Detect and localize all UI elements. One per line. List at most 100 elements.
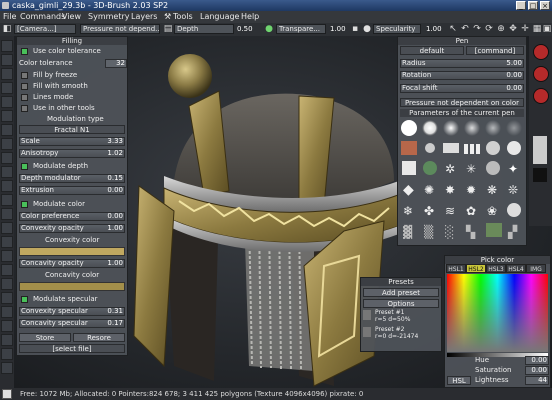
menu-help[interactable]: Help: [241, 11, 259, 23]
preset2-name[interactable]: Preset #2: [375, 326, 404, 333]
svg-text:❊: ❊: [508, 183, 518, 197]
pen-params-header[interactable]: Parameters of the current pen: [400, 109, 524, 117]
tool-spline-icon[interactable]: [1, 348, 13, 360]
convexity-color-swatch[interactable]: [19, 247, 125, 256]
pen-preset-dropdown[interactable]: default: [400, 46, 464, 55]
tool-freeze-icon[interactable]: [1, 124, 13, 136]
tool-lathe-icon[interactable]: [1, 222, 13, 234]
restore-button[interactable]: Resore: [73, 333, 125, 342]
tool-select-icon[interactable]: [1, 334, 13, 346]
lock-icon[interactable]: ▪: [350, 24, 360, 34]
brush-row-6: ▓ ▒ ░ ▚ ▞: [403, 223, 518, 239]
menu-view[interactable]: View: [62, 11, 81, 23]
rotate-icon[interactable]: ⟳: [484, 24, 494, 34]
lines-mode-checkbox[interactable]: [21, 94, 28, 101]
tab-hsl1[interactable]: HSL1: [446, 264, 466, 273]
modulate-specular-checkbox[interactable]: [21, 296, 28, 303]
use-in-other-tools-checkbox[interactable]: [21, 105, 28, 112]
redo-icon[interactable]: ↷: [472, 24, 482, 34]
tab-hsl3[interactable]: HSL3: [486, 264, 506, 273]
no-entry-icon[interactable]: [533, 88, 549, 104]
tool-pinch-icon[interactable]: [1, 138, 13, 150]
pen-panel: Pen default [command] Radius 5.00 Rotati…: [397, 36, 527, 246]
color-field[interactable]: [447, 274, 548, 352]
select-file-dropdown[interactable]: [select file]: [19, 344, 125, 353]
depth-slider[interactable]: Depth: [174, 24, 234, 34]
camera-icon[interactable]: ◧: [2, 24, 12, 34]
tool-clone-icon[interactable]: [1, 194, 13, 206]
camera-dropdown[interactable]: [Camera...]: [14, 24, 76, 34]
tool-pencil-icon[interactable]: [1, 54, 13, 66]
store-button[interactable]: Store: [19, 333, 71, 342]
tool-scrape-icon[interactable]: [1, 250, 13, 262]
tab-hsl4[interactable]: HSL4: [506, 264, 526, 273]
tool-magnify-icon[interactable]: [1, 306, 13, 318]
svg-text:✺: ✺: [424, 183, 434, 197]
concavity-color-label: Concavity color: [45, 271, 100, 279]
specularity-slider[interactable]: Specularity: [373, 24, 421, 34]
modulate-color-checkbox[interactable]: [21, 201, 28, 208]
tool-shift-icon[interactable]: [1, 152, 13, 164]
zoom-icon[interactable]: ⊕: [496, 24, 506, 34]
close-button[interactable]: ×: [540, 1, 550, 10]
hsl-button[interactable]: HSL: [447, 376, 471, 385]
menu-language[interactable]: Language: [200, 11, 239, 23]
tool-erase-icon[interactable]: [1, 96, 13, 108]
color-secondary-icon[interactable]: [533, 168, 547, 182]
tool-pick-icon[interactable]: [1, 320, 13, 332]
tool-smooth-icon[interactable]: [1, 82, 13, 94]
tab-img[interactable]: IMG: [526, 264, 546, 273]
undo-icon[interactable]: ↶: [460, 24, 470, 34]
preset1-name[interactable]: Preset #1: [375, 309, 404, 316]
pressure-dropdown[interactable]: Pressure not depend...: [80, 24, 160, 34]
tool-measure-icon[interactable]: [1, 362, 13, 374]
transparency-icon: ●: [265, 24, 273, 34]
pan-icon[interactable]: ✥: [508, 24, 518, 34]
svg-text:✲: ✲: [445, 162, 455, 176]
tab-hsl2[interactable]: HSL2: [466, 264, 486, 273]
fill-by-freeze-checkbox[interactable]: [21, 72, 28, 79]
tool-muscle-icon[interactable]: [1, 278, 13, 290]
use-color-tolerance-checkbox[interactable]: [21, 48, 28, 55]
color-primary-icon[interactable]: [533, 136, 547, 164]
pointer-icon[interactable]: ↖: [448, 24, 458, 34]
move-icon[interactable]: ✛: [520, 24, 530, 34]
minimize-button[interactable]: _: [516, 1, 526, 10]
modulation-type-dropdown[interactable]: Fractal N1: [19, 125, 125, 134]
pressure-mode-dropdown[interactable]: Pressure not dependent on color: [400, 98, 524, 107]
tool-brush-icon[interactable]: [1, 40, 13, 52]
tool-pose-icon[interactable]: [1, 292, 13, 304]
tool-bulge-icon[interactable]: [1, 236, 13, 248]
filling-panel: Filling Use color tolerance Color tolera…: [16, 36, 128, 356]
menu-layers[interactable]: Layers: [131, 11, 157, 23]
cube-icon[interactable]: ▣: [542, 24, 552, 34]
menu-symmetry[interactable]: Symmetry: [88, 11, 129, 23]
tool-fill-icon[interactable]: [1, 68, 13, 80]
add-preset-button[interactable]: Add preset: [363, 288, 439, 297]
tool-cut-icon[interactable]: [1, 208, 13, 220]
grid-icon[interactable]: ▦: [532, 24, 542, 34]
stop-icon[interactable]: [533, 66, 549, 82]
tool-relax-icon[interactable]: [1, 166, 13, 178]
pen-command-dropdown[interactable]: [command]: [466, 46, 524, 55]
menu-file[interactable]: File: [3, 11, 16, 23]
fill-with-smooth-checkbox[interactable]: [21, 83, 28, 90]
svg-text:❋: ❋: [487, 183, 497, 197]
tool-extrude-icon[interactable]: [1, 110, 13, 122]
status-square-icon: [2, 389, 12, 399]
record-icon[interactable]: [533, 44, 549, 60]
modulate-depth-checkbox[interactable]: [21, 163, 28, 170]
menu-tools[interactable]: Tools: [173, 11, 193, 23]
tool-flatten-icon[interactable]: [1, 180, 13, 192]
concavity-color-swatch[interactable]: [19, 282, 125, 291]
svg-text:≋: ≋: [445, 204, 455, 218]
maximize-button[interactable]: □: [528, 1, 538, 10]
tool-grow-icon[interactable]: [1, 264, 13, 276]
svg-text:▞: ▞: [507, 224, 518, 239]
options-button[interactable]: Options: [363, 299, 439, 308]
top-toolbar: ◧ [Camera...] Pressure not depend... ▤ D…: [0, 23, 552, 36]
menu-commands[interactable]: Commands: [20, 11, 65, 23]
transparency-slider[interactable]: Transpare...: [276, 24, 326, 34]
depth-modulator-label: Depth modulator: [21, 174, 81, 182]
convexity-color-label: Convexity color: [45, 236, 100, 244]
